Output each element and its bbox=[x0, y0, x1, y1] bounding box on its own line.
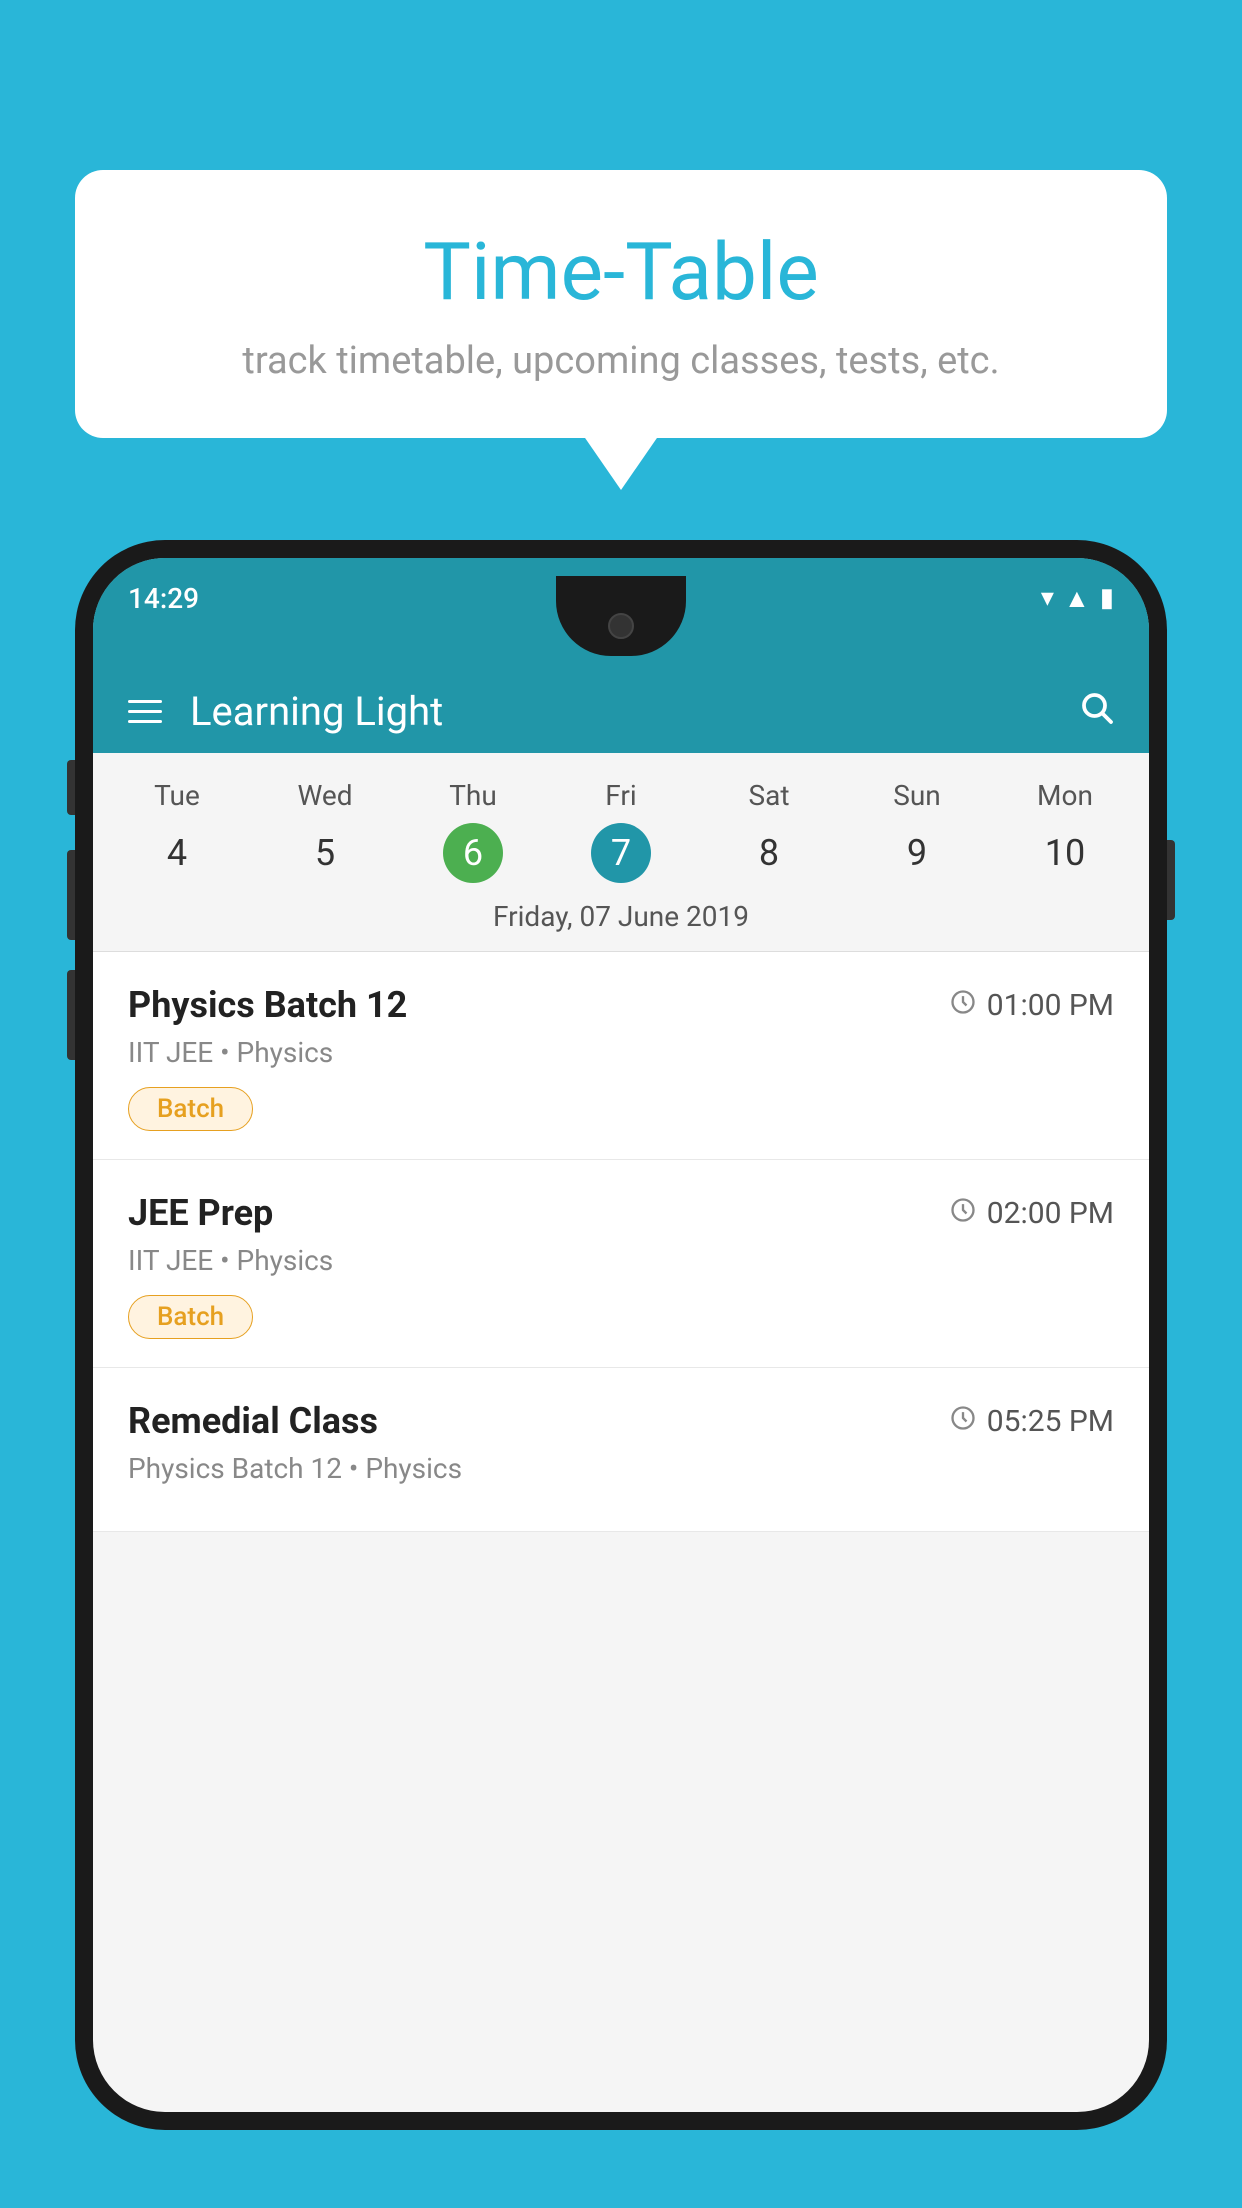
power-button bbox=[1167, 840, 1175, 920]
class-card-header-3: Remedial Class 05:25 PM bbox=[128, 1400, 1114, 1442]
class-subject-2: IIT JEE • Physics bbox=[128, 1244, 1114, 1277]
camera bbox=[608, 613, 634, 639]
status-icons: ▾ ▲ ▮ bbox=[1041, 583, 1114, 614]
signal-icon: ▲ bbox=[1064, 583, 1090, 614]
silent-button bbox=[67, 970, 75, 1060]
class-list: Physics Batch 12 01:00 PM IIT JEE • P bbox=[93, 952, 1149, 1532]
day-5[interactable]: 5 bbox=[251, 820, 399, 886]
volume-up-button bbox=[67, 760, 75, 815]
speech-bubble: Time-Table track timetable, upcoming cla… bbox=[75, 170, 1167, 438]
menu-button[interactable] bbox=[128, 700, 162, 723]
class-time-text-3: 05:25 PM bbox=[987, 1404, 1114, 1439]
class-name-3: Remedial Class bbox=[128, 1400, 378, 1442]
day-8[interactable]: 8 bbox=[695, 820, 843, 886]
clock-icon-3 bbox=[949, 1404, 977, 1439]
clock-icon-2 bbox=[949, 1196, 977, 1231]
day-header-sun: Sun bbox=[843, 771, 991, 820]
day-header-tue: Tue bbox=[103, 771, 251, 820]
day-headers: Tue Wed Thu Fri Sat Sun Mon bbox=[93, 771, 1149, 820]
day-7-selected[interactable]: 7 bbox=[591, 823, 651, 883]
class-subject-3: Physics Batch 12 • Physics bbox=[128, 1452, 1114, 1485]
calendar-strip: Tue Wed Thu Fri Sat Sun Mon 4 5 6 7 8 9 … bbox=[93, 753, 1149, 952]
wifi-icon: ▾ bbox=[1041, 583, 1054, 613]
phone-outer: 14:29 ▾ ▲ ▮ Learning Light bbox=[75, 540, 1167, 2130]
class-time-3: 05:25 PM bbox=[949, 1404, 1114, 1439]
class-card-header-2: JEE Prep 02:00 PM bbox=[128, 1192, 1114, 1234]
day-header-thu: Thu bbox=[399, 771, 547, 820]
app-bar-left: Learning Light bbox=[128, 688, 443, 735]
search-button[interactable] bbox=[1078, 689, 1114, 735]
day-header-wed: Wed bbox=[251, 771, 399, 820]
batch-badge-1: Batch bbox=[128, 1087, 253, 1131]
status-bar: 14:29 ▾ ▲ ▮ bbox=[93, 558, 1149, 638]
selected-date-label: Friday, 07 June 2019 bbox=[93, 886, 1149, 952]
day-6-today[interactable]: 6 bbox=[443, 823, 503, 883]
volume-down-button bbox=[67, 850, 75, 940]
app-title: Learning Light bbox=[190, 688, 443, 735]
day-header-mon: Mon bbox=[991, 771, 1139, 820]
class-card-1[interactable]: Physics Batch 12 01:00 PM IIT JEE • P bbox=[93, 952, 1149, 1160]
class-time-text-1: 01:00 PM bbox=[987, 988, 1114, 1023]
class-subject-1: IIT JEE • Physics bbox=[128, 1036, 1114, 1069]
class-time-text-2: 02:00 PM bbox=[987, 1196, 1114, 1231]
day-header-fri: Fri bbox=[547, 771, 695, 820]
day-numbers: 4 5 6 7 8 9 10 bbox=[93, 820, 1149, 886]
class-name-1: Physics Batch 12 bbox=[128, 984, 407, 1026]
phone-mockup: 14:29 ▾ ▲ ▮ Learning Light bbox=[75, 540, 1167, 2208]
bubble-title: Time-Table bbox=[135, 225, 1107, 319]
class-card-3[interactable]: Remedial Class 05:25 PM Physics Batch bbox=[93, 1368, 1149, 1532]
day-9[interactable]: 9 bbox=[843, 820, 991, 886]
status-time: 14:29 bbox=[128, 582, 199, 615]
class-card-header-1: Physics Batch 12 01:00 PM bbox=[128, 984, 1114, 1026]
class-time-2: 02:00 PM bbox=[949, 1196, 1114, 1231]
battery-icon: ▮ bbox=[1100, 583, 1114, 613]
class-card-2[interactable]: JEE Prep 02:00 PM IIT JEE • Physics bbox=[93, 1160, 1149, 1368]
day-10[interactable]: 10 bbox=[991, 820, 1139, 886]
bubble-subtitle: track timetable, upcoming classes, tests… bbox=[135, 339, 1107, 383]
batch-badge-2: Batch bbox=[128, 1295, 253, 1339]
class-name-2: JEE Prep bbox=[128, 1192, 273, 1234]
class-time-1: 01:00 PM bbox=[949, 988, 1114, 1023]
day-4[interactable]: 4 bbox=[103, 820, 251, 886]
clock-icon-1 bbox=[949, 988, 977, 1023]
day-header-sat: Sat bbox=[695, 771, 843, 820]
phone-screen: Learning Light Tue Wed Thu Fri Sat bbox=[93, 558, 1149, 2112]
